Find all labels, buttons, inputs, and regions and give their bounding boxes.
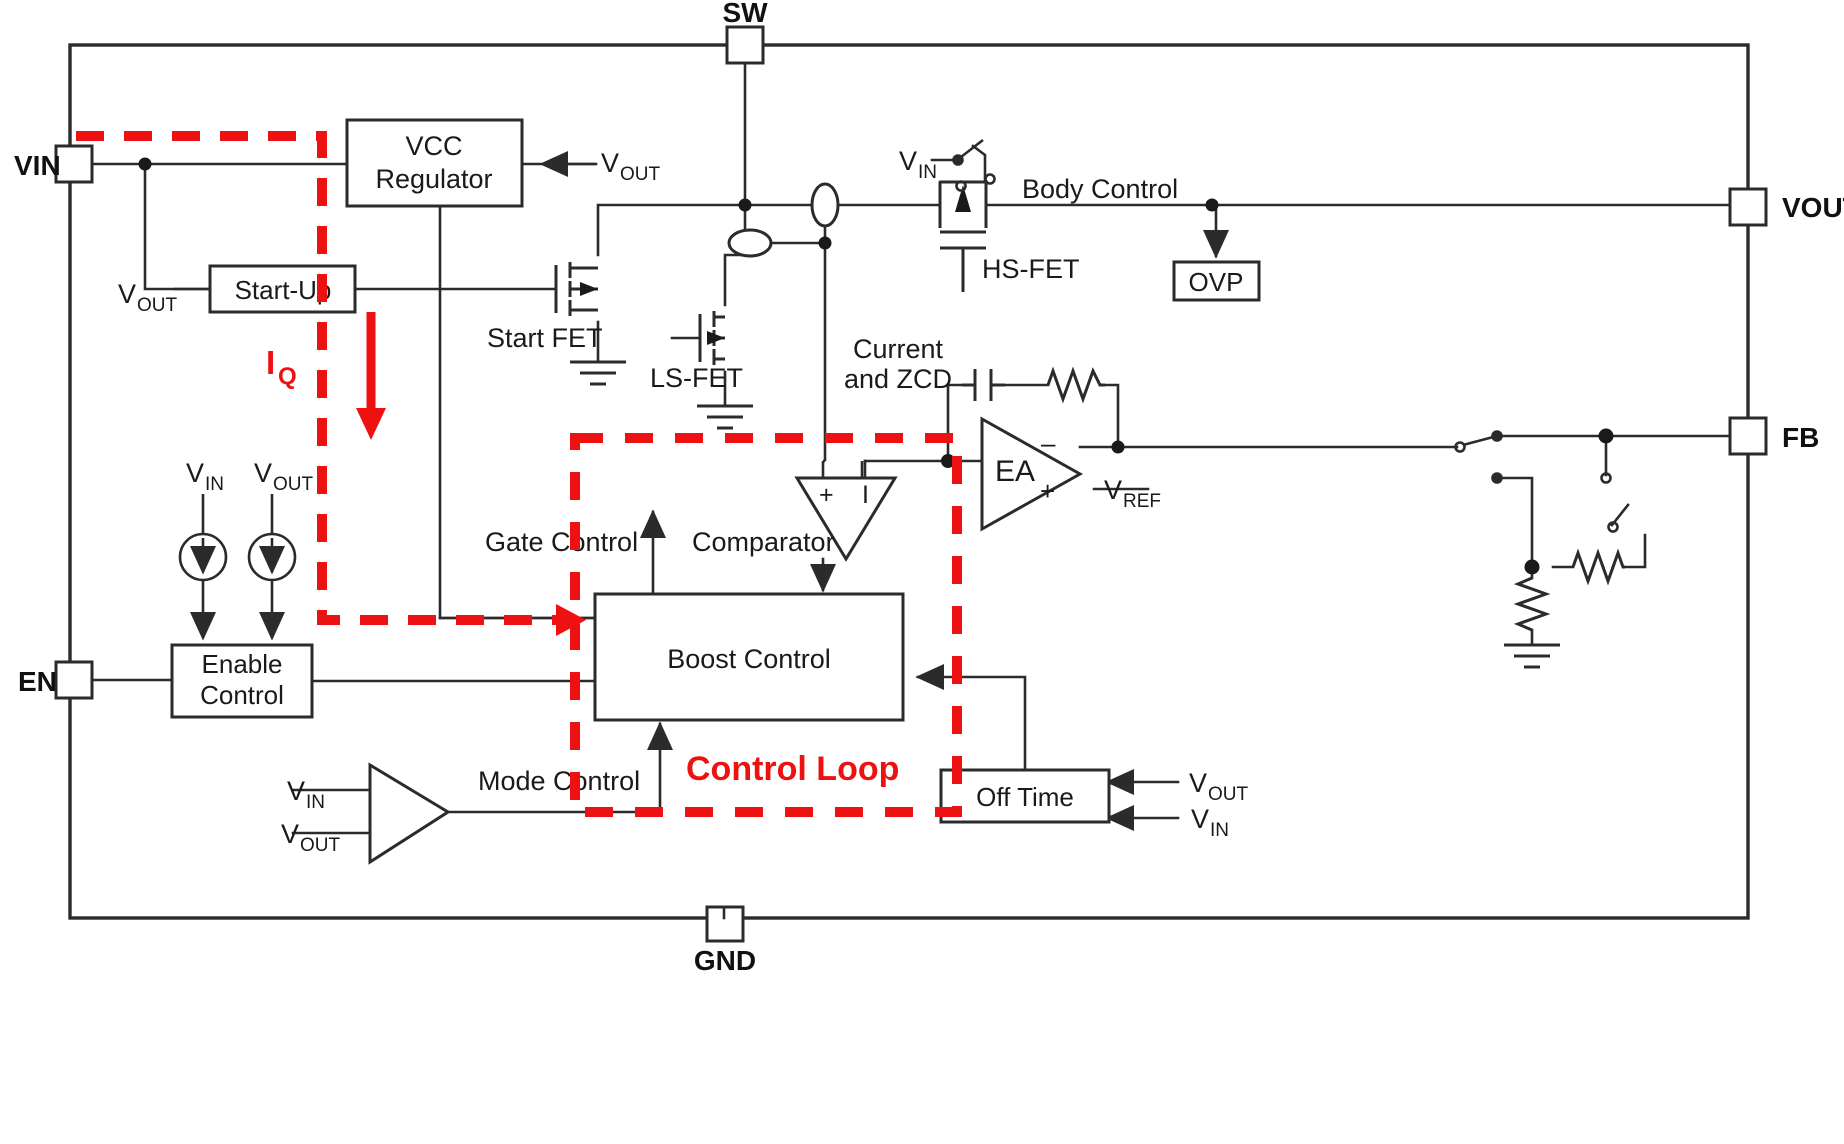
- boost-control-label: Boost Control: [667, 644, 831, 674]
- label-current-zcd-line2: and ZCD: [844, 364, 952, 394]
- svg-text:V: V: [118, 279, 136, 309]
- wires: [90, 61, 1732, 920]
- svg-text:IN: IN: [918, 162, 937, 183]
- pin-pad-fb[interactable]: [1728, 416, 1768, 456]
- start-fet-arrow: [580, 282, 598, 296]
- fb-shunt-switch[interactable]: [1600, 472, 1619, 533]
- circuit-schematic: + I EA ‒ + VCC Regulator Start-Up OVP En…: [14, 0, 1844, 976]
- pin-label-gnd: GND: [694, 945, 756, 976]
- compensation-resistor-symbol: [1046, 366, 1105, 404]
- wire-fb-res-a-right: [1623, 533, 1647, 569]
- block-diagram-canvas: + I EA ‒ + VCC Regulator Start-Up OVP En…: [0, 0, 1844, 1144]
- fb-selector-switch[interactable]: [1454, 430, 1503, 484]
- label-comparator: Comparator: [692, 527, 835, 557]
- label-cs-vout: V OUT: [254, 458, 314, 495]
- ea-label: EA: [995, 455, 1035, 488]
- svg-text:V: V: [1189, 768, 1207, 798]
- pin-label-vout: VOUT: [1782, 192, 1844, 223]
- iq-arrowhead: [356, 408, 386, 440]
- svg-text:OUT: OUT: [620, 164, 661, 185]
- svg-text:IN: IN: [205, 474, 224, 495]
- pin-label-sw: SW: [722, 0, 768, 28]
- ovp-label: OVP: [1189, 267, 1244, 297]
- pin-pad-vout[interactable]: [1728, 187, 1768, 227]
- wire-startfet-drain: [596, 203, 746, 257]
- wire-ea-comp-up: [946, 383, 964, 463]
- svg-text:V: V: [899, 146, 917, 176]
- vcc-regulator-label-line1: VCC: [405, 131, 462, 161]
- wire-res-down: [1103, 383, 1120, 449]
- pin-pad-sw[interactable]: [725, 25, 765, 65]
- wire-vin-to-startup: [143, 162, 212, 291]
- label-start-fet: Start FET: [487, 323, 603, 353]
- pin-pad-vin[interactable]: [54, 144, 94, 184]
- wire-fb-lower-left: [1495, 476, 1534, 569]
- start-up-label: Start-Up: [235, 275, 332, 305]
- current-source-vout: [247, 494, 297, 641]
- svg-text:Q: Q: [278, 363, 297, 390]
- label-control-loop: Control Loop: [686, 750, 899, 788]
- ls-fet-gnd-symbol: [697, 404, 753, 430]
- ea-plus-sign: +: [1040, 476, 1055, 506]
- compensation-capacitor-symbol: [962, 369, 1005, 401]
- comparator-minus-sign: I: [862, 481, 869, 509]
- pin-pad-en[interactable]: [54, 660, 94, 700]
- pin-label-en: EN: [18, 666, 57, 697]
- label-current-zcd-line1: Current: [853, 334, 944, 364]
- svg-text:V: V: [1104, 475, 1122, 505]
- svg-text:OUT: OUT: [273, 474, 314, 495]
- svg-text:V: V: [281, 819, 299, 849]
- ls-fet-arrow: [707, 331, 725, 345]
- fb-ground-symbol: [1504, 643, 1560, 669]
- label-startup-vout: V OUT: [118, 279, 178, 316]
- svg-text:OUT: OUT: [137, 295, 178, 316]
- pin-label-vin: VIN: [14, 150, 61, 181]
- ea-minus-sign: ‒: [1041, 428, 1056, 458]
- label-iq: I Q: [266, 344, 297, 390]
- svg-text:V: V: [601, 148, 619, 178]
- fb-series-resistor-symbol: [1571, 548, 1625, 586]
- label-cs-vin: V IN: [186, 458, 224, 495]
- label-vccreg-vout: V OUT: [601, 148, 661, 185]
- start-fet-gnd-symbol: [570, 360, 626, 386]
- svg-text:OUT: OUT: [300, 835, 341, 856]
- comparator-plus-sign: +: [819, 481, 834, 509]
- mode-control-amplifier-symbol: [368, 762, 451, 865]
- wire-vinswitch-out: [971, 144, 987, 184]
- label-hsfet-vin: V IN: [899, 146, 937, 183]
- pin-label-fb: FB: [1782, 422, 1819, 453]
- label-mode-vout: V OUT: [281, 819, 341, 856]
- wire-to-hsfet-drain: [834, 180, 942, 207]
- label-offtime-vout: V OUT: [1189, 768, 1249, 805]
- svg-text:OUT: OUT: [1208, 784, 1249, 805]
- svg-text:I: I: [266, 344, 275, 381]
- fb-bottom-resistor-symbol: [1513, 576, 1551, 632]
- svg-text:V: V: [186, 458, 204, 488]
- enable-control-label-line2: Control: [200, 680, 284, 710]
- label-hs-fet: HS-FET: [982, 254, 1080, 284]
- vcc-regulator-label-line2: Regulator: [375, 164, 492, 194]
- label-ls-fet: LS-FET: [650, 363, 743, 393]
- label-body-control: Body Control: [1022, 174, 1178, 204]
- label-gate-control: Gate Control: [485, 527, 638, 557]
- iq-path-highlight: [76, 131, 556, 625]
- svg-text:REF: REF: [1123, 491, 1161, 512]
- enable-control-label-line1: Enable: [202, 649, 283, 679]
- current-source-vin: [178, 494, 228, 641]
- svg-text:IN: IN: [306, 792, 325, 813]
- svg-text:V: V: [1191, 804, 1209, 834]
- off-time-label: Off Time: [976, 782, 1074, 812]
- svg-text:V: V: [254, 458, 272, 488]
- svg-text:IN: IN: [1210, 820, 1229, 841]
- label-vref: V REF: [1104, 475, 1161, 512]
- label-offtime-vin: V IN: [1191, 804, 1229, 841]
- label-mode-vin: V IN: [287, 776, 325, 813]
- svg-text:V: V: [287, 776, 305, 806]
- wire-offtime-to-boost: [915, 664, 1027, 772]
- label-mode-control: Mode Control: [478, 766, 640, 796]
